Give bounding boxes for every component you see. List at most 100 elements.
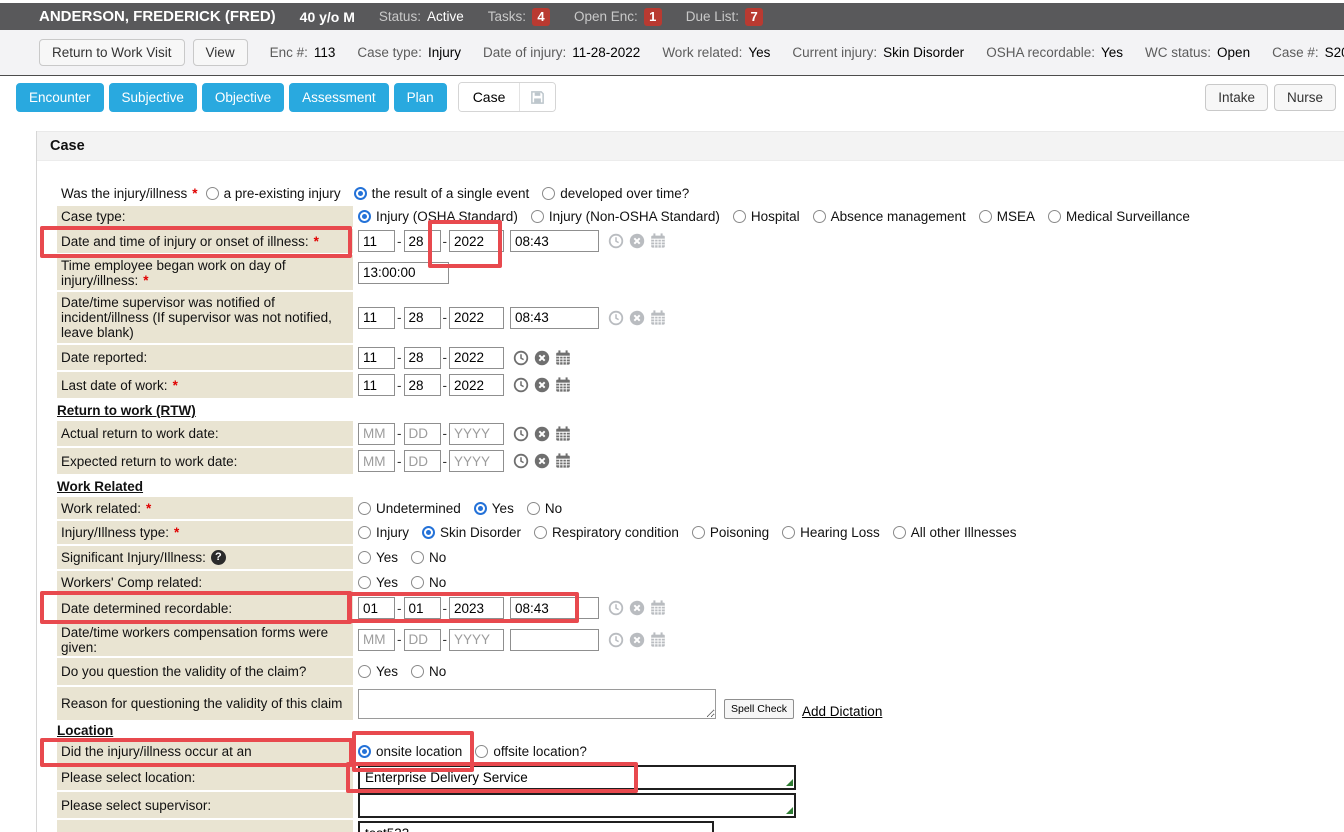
radio-icon[interactable] xyxy=(422,526,435,539)
tab-encounter[interactable]: Encounter xyxy=(16,83,104,112)
clear-icon[interactable] xyxy=(629,632,645,648)
open-enc-count-badge[interactable]: 1 xyxy=(644,8,662,26)
last-date-work-day-input[interactable] xyxy=(404,374,441,396)
tab-case[interactable]: Case xyxy=(459,83,520,111)
radio-work-related-no[interactable]: No xyxy=(527,501,562,516)
intake-button[interactable]: Intake xyxy=(1205,84,1268,111)
clock-icon[interactable] xyxy=(513,350,529,366)
radio-icon[interactable] xyxy=(358,576,371,589)
radio-work-related-yes[interactable]: Yes xyxy=(474,501,514,516)
recordable-time-input[interactable] xyxy=(510,597,599,619)
supervisor-notified-day-input[interactable] xyxy=(404,307,441,329)
radio-icon[interactable] xyxy=(692,526,705,539)
injury-date-day-input[interactable] xyxy=(404,230,441,252)
radio-icon[interactable] xyxy=(782,526,795,539)
calendar-icon[interactable] xyxy=(555,350,571,366)
last-date-work-month-input[interactable] xyxy=(358,374,395,396)
date-reported-month-input[interactable] xyxy=(358,347,395,369)
clear-icon[interactable] xyxy=(629,233,645,249)
recordable-day-input[interactable] xyxy=(404,597,441,619)
radio-wc-no[interactable]: No xyxy=(411,575,446,590)
radio-icon[interactable] xyxy=(542,187,555,200)
injury-date-year-input[interactable] xyxy=(449,230,504,252)
supervisor-notified-year-input[interactable] xyxy=(449,307,504,329)
radio-icon[interactable] xyxy=(411,665,424,678)
help-icon[interactable]: ? xyxy=(211,550,226,565)
radio-icon[interactable] xyxy=(733,210,746,223)
radio-injury[interactable]: Injury xyxy=(358,525,409,540)
calendar-icon[interactable] xyxy=(650,233,666,249)
radio-medical-surveillance[interactable]: Medical Surveillance xyxy=(1048,209,1190,224)
radio-injury-non-osha[interactable]: Injury (Non-OSHA Standard) xyxy=(531,209,720,224)
tab-plan[interactable]: Plan xyxy=(394,83,447,112)
clock-icon[interactable] xyxy=(608,233,624,249)
return-to-work-visit-button[interactable]: Return to Work Visit xyxy=(39,39,185,66)
radio-injury-osha[interactable]: Injury (OSHA Standard) xyxy=(358,209,518,224)
save-button[interactable] xyxy=(519,83,555,111)
calendar-icon[interactable] xyxy=(650,600,666,616)
radio-icon[interactable] xyxy=(893,526,906,539)
radio-icon[interactable] xyxy=(358,526,371,539)
injury-date-month-input[interactable] xyxy=(358,230,395,252)
radio-hospital[interactable]: Hospital xyxy=(733,209,800,224)
validity-reason-textarea[interactable] xyxy=(358,689,716,719)
actual-rtw-day-input[interactable] xyxy=(404,423,441,445)
radio-wc-yes[interactable]: Yes xyxy=(358,575,398,590)
radio-icon[interactable] xyxy=(358,502,371,515)
radio-absence-management[interactable]: Absence management xyxy=(813,209,966,224)
radio-msea[interactable]: MSEA xyxy=(979,209,1035,224)
radio-skin-disorder[interactable]: Skin Disorder xyxy=(422,525,521,540)
tab-assessment[interactable]: Assessment xyxy=(289,83,389,112)
expected-rtw-day-input[interactable] xyxy=(404,450,441,472)
radio-icon[interactable] xyxy=(534,526,547,539)
radio-icon[interactable] xyxy=(411,576,424,589)
wc-forms-day-input[interactable] xyxy=(404,629,441,651)
injury-time-input[interactable] xyxy=(510,230,599,252)
date-reported-day-input[interactable] xyxy=(404,347,441,369)
view-button[interactable]: View xyxy=(193,39,248,66)
nurse-button[interactable]: Nurse xyxy=(1274,84,1336,111)
radio-icon[interactable] xyxy=(527,502,540,515)
clear-icon[interactable] xyxy=(534,426,550,442)
calendar-icon[interactable] xyxy=(555,453,571,469)
radio-icon[interactable] xyxy=(206,187,219,200)
recordable-year-input[interactable] xyxy=(449,597,504,619)
clock-icon[interactable] xyxy=(608,600,624,616)
radio-onsite-location[interactable]: onsite location xyxy=(358,744,462,759)
actual-rtw-year-input[interactable] xyxy=(449,423,504,445)
supervisor-notified-month-input[interactable] xyxy=(358,307,395,329)
radio-icon[interactable] xyxy=(358,210,371,223)
radio-validity-yes[interactable]: Yes xyxy=(358,664,398,679)
recordable-month-input[interactable] xyxy=(358,597,395,619)
radio-validity-no[interactable]: No xyxy=(411,664,446,679)
clear-icon[interactable] xyxy=(629,600,645,616)
last-date-work-year-input[interactable] xyxy=(449,374,504,396)
date-reported-year-input[interactable] xyxy=(449,347,504,369)
supervisor-input[interactable] xyxy=(358,793,796,818)
radio-icon[interactable] xyxy=(358,551,371,564)
clock-icon[interactable] xyxy=(513,377,529,393)
clear-icon[interactable] xyxy=(629,310,645,326)
radio-icon[interactable] xyxy=(411,551,424,564)
partial-text-input[interactable] xyxy=(358,821,714,832)
radio-icon[interactable] xyxy=(358,665,371,678)
radio-icon[interactable] xyxy=(979,210,992,223)
tasks-count-badge[interactable]: 4 xyxy=(532,8,550,26)
radio-icon[interactable] xyxy=(1048,210,1061,223)
radio-pre-existing-injury[interactable]: a pre-existing injury xyxy=(206,186,341,201)
radio-poisoning[interactable]: Poisoning xyxy=(692,525,769,540)
radio-significant-yes[interactable]: Yes xyxy=(358,550,398,565)
radio-hearing-loss[interactable]: Hearing Loss xyxy=(782,525,880,540)
supervisor-notified-time-input[interactable] xyxy=(510,307,599,329)
spell-check-button[interactable]: Spell Check xyxy=(724,699,794,719)
clock-icon[interactable] xyxy=(608,632,624,648)
tab-objective[interactable]: Objective xyxy=(202,83,284,112)
clock-icon[interactable] xyxy=(513,453,529,469)
radio-icon[interactable] xyxy=(813,210,826,223)
clock-icon[interactable] xyxy=(513,426,529,442)
radio-respiratory-condition[interactable]: Respiratory condition xyxy=(534,525,679,540)
radio-offsite-location[interactable]: offsite location? xyxy=(475,744,587,759)
radio-icon[interactable] xyxy=(474,502,487,515)
radio-significant-no[interactable]: No xyxy=(411,550,446,565)
calendar-icon[interactable] xyxy=(555,426,571,442)
